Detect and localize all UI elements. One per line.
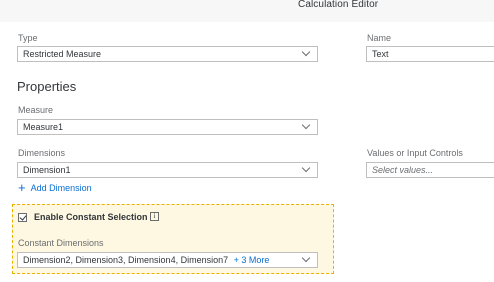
plus-icon: + <box>18 180 26 195</box>
type-label: Type <box>18 33 38 43</box>
constant-dimensions-value: Dimension2, Dimension3, Dimension4, Dime… <box>23 255 229 265</box>
type-value: Restricted Measure <box>23 49 102 59</box>
name-input[interactable]: Text <box>366 46 494 62</box>
dialog-header: Calculation Editor <box>0 0 494 22</box>
chevron-down-icon <box>301 120 311 130</box>
add-dimension-label: Add Dimension <box>30 183 92 193</box>
enable-constant-label[interactable]: Enable Constant Selection <box>34 212 148 223</box>
type-select[interactable]: Restricted Measure <box>17 46 318 62</box>
dimension-value: Dimension1 <box>23 165 71 175</box>
name-value: Text <box>372 49 389 59</box>
dialog-title-wrap: Calculation Editor <box>0 0 494 13</box>
measure-select[interactable]: Measure1 <box>17 119 318 135</box>
more-link[interactable]: + 3 More <box>234 255 270 265</box>
values-input-placeholder: Select values... <box>372 165 434 175</box>
chevron-down-icon <box>301 47 311 57</box>
measure-label: Measure <box>18 105 54 115</box>
enable-constant-checkbox[interactable] <box>18 213 27 222</box>
properties-heading: Properties <box>17 79 77 94</box>
dialog-title: Calculation Editor <box>298 0 379 10</box>
values-input-field[interactable]: Select values... <box>366 162 494 178</box>
dimensions-label: Dimensions <box>18 148 66 158</box>
constant-dimensions-select[interactable]: Dimension2, Dimension3, Dimension4, Dime… <box>17 252 318 268</box>
name-label: Name <box>367 33 392 43</box>
constant-dimensions-label: Constant Dimensions <box>18 238 104 248</box>
info-icon[interactable]: i <box>150 212 159 221</box>
measure-value: Measure1 <box>23 122 64 132</box>
add-dimension-link[interactable]: + Add Dimension <box>18 180 92 195</box>
dimension-select[interactable]: Dimension1 <box>17 162 318 178</box>
chevron-down-icon <box>301 253 311 263</box>
chevron-down-icon <box>301 163 311 173</box>
values-input-label: Values or Input Controls <box>367 148 463 158</box>
